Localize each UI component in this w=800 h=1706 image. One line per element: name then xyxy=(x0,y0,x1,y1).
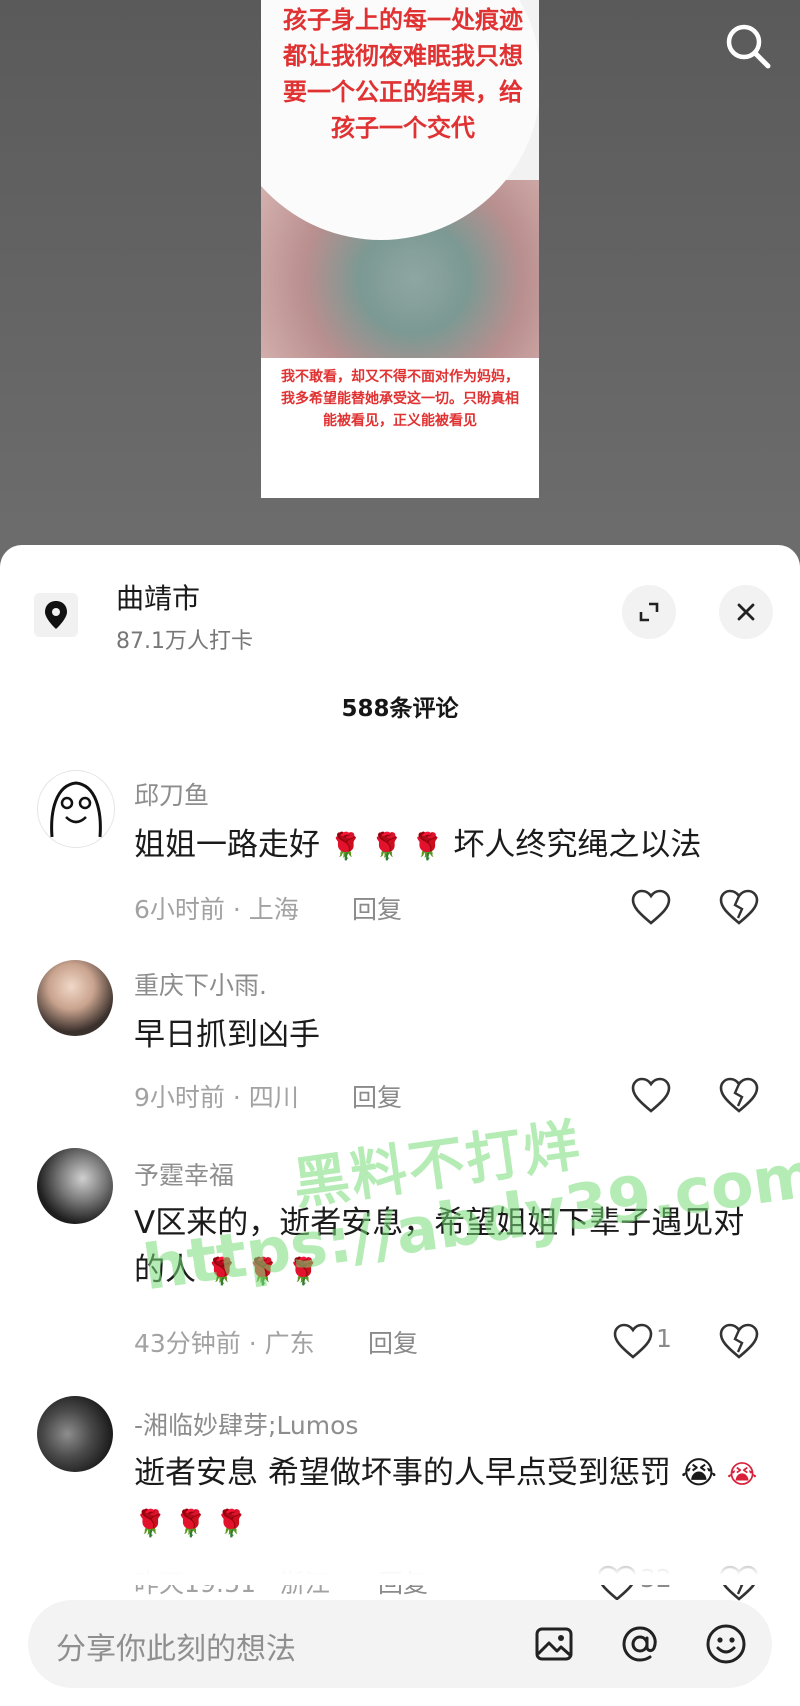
reply-button[interactable]: 回复 xyxy=(352,1078,402,1114)
reply-button[interactable]: 回复 xyxy=(352,890,402,926)
avatar[interactable] xyxy=(37,1148,113,1224)
avatar[interactable] xyxy=(37,960,113,1036)
comment-input-placeholder: 分享你此刻的想法 xyxy=(56,1632,296,1667)
location-pin-icon xyxy=(34,593,78,637)
crying-emoji: 😭 xyxy=(680,1455,717,1491)
comment-username[interactable]: 重庆下小雨. xyxy=(134,966,267,1002)
broken-heart-icon[interactable] xyxy=(718,1322,760,1360)
comment-text: 早日抓到凶手 xyxy=(134,1017,320,1053)
comment-count: 588条评论 xyxy=(341,696,459,722)
post-overlay-text: 孩子身上的每一处痕迹都让我彻夜难眠我只想要一个公正的结果，给孩子一个交代 xyxy=(283,6,523,142)
search-button[interactable] xyxy=(720,18,776,74)
close-icon xyxy=(737,603,755,621)
comment-username[interactable]: 予霆幸福 xyxy=(134,1156,234,1192)
rose-emoji: 🌹 🌹 🌹 xyxy=(205,1257,320,1287)
location-title[interactable]: 曲靖市 xyxy=(116,577,200,617)
comment-meta: 9小时前 · 四川 xyxy=(134,1083,299,1112)
broken-heart-icon[interactable] xyxy=(718,1076,760,1114)
reply-button[interactable]: 回复 xyxy=(368,1324,418,1360)
heart-icon[interactable] xyxy=(630,1076,672,1114)
comment-text-part: 逝者安息 希望做坏事的人早点受到惩罚 xyxy=(134,1455,671,1491)
like-count: 1 xyxy=(656,1324,672,1353)
avatar[interactable] xyxy=(37,1396,113,1472)
image-icon[interactable] xyxy=(530,1620,578,1668)
comment-text-part: 姐姐一路走好 xyxy=(134,827,320,863)
post-image[interactable]: 孩子身上的每一处痕迹都让我彻夜难眠我只想要一个公正的结果，给孩子一个交代 我不敢… xyxy=(261,0,539,498)
heart-icon[interactable] xyxy=(630,888,672,926)
comment-meta: 43分钟前 · 广东 xyxy=(134,1329,315,1358)
search-icon xyxy=(726,24,771,69)
comment-text: 姐姐一路走好 🌹 🌹 🌹 坏人终究绳之以法 xyxy=(134,822,764,871)
list-fade xyxy=(0,1535,800,1585)
comment-username[interactable]: 邱刀鱼 xyxy=(134,776,209,812)
at-icon[interactable] xyxy=(616,1620,664,1668)
rose-emoji: 🌹 🌹 🌹 xyxy=(329,832,444,862)
comment-meta: 6小时前 · 上海 xyxy=(134,895,299,924)
heart-icon[interactable] xyxy=(612,1322,654,1360)
broken-heart-icon[interactable] xyxy=(718,888,760,926)
post-caption-text: 我不敢看，却又不得不面对作为妈妈，我多希望能替她承受这一切。只盼真相能被看见，正… xyxy=(281,369,519,429)
comment-text: 逝者安息 希望做坏事的人早点受到惩罚 😭 😭 🌹 🌹 🌹 xyxy=(134,1450,764,1548)
comment-text-part: 坏人终究绳之以法 xyxy=(453,827,702,863)
emoji-icon[interactable] xyxy=(702,1620,750,1668)
location-checkin-count: 87.1万人打卡 xyxy=(116,629,253,654)
close-button[interactable] xyxy=(719,585,773,639)
comment-input[interactable]: 分享你此刻的想法 xyxy=(28,1600,772,1688)
post-caption: 我不敢看，却又不得不面对作为妈妈，我多希望能替她承受这一切。只盼真相能被看见，正… xyxy=(261,358,539,498)
comment-username[interactable]: -湘临妙肆芽;Lumos xyxy=(134,1406,358,1442)
comment-text: V区来的，逝者安息，希望姐姐下辈子遇见对的人 🌹 🌹 🌹 xyxy=(134,1200,764,1296)
expand-button[interactable] xyxy=(622,585,676,639)
expand-icon xyxy=(639,602,659,622)
avatar[interactable] xyxy=(37,770,115,848)
